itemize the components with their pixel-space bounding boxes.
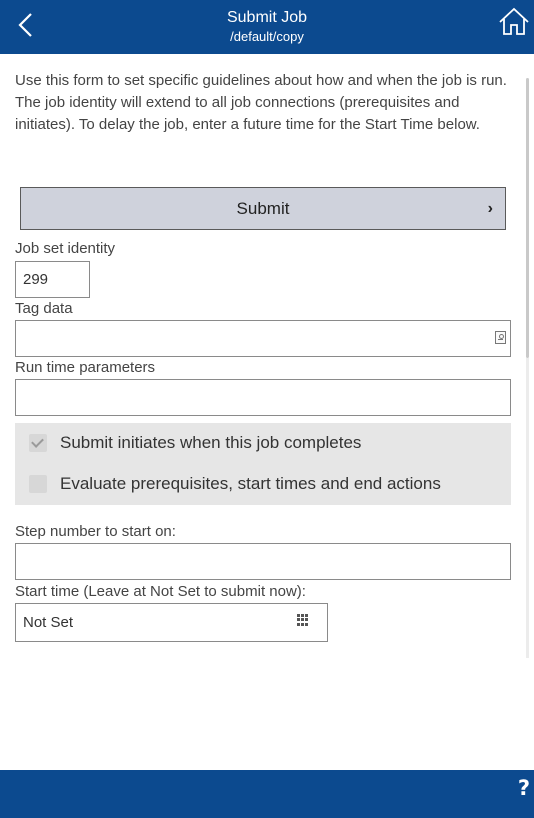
submit-initiates-checkbox[interactable] <box>29 434 47 452</box>
start-time-value: Not Set <box>23 614 74 631</box>
footer-bar: ? <box>0 770 534 818</box>
submit-button[interactable]: Submit › <box>20 187 506 230</box>
calendar-icon[interactable] <box>297 614 309 626</box>
scrollbar-track[interactable] <box>526 358 529 658</box>
home-icon[interactable] <box>498 6 530 38</box>
run-time-parameters-input[interactable] <box>15 379 511 416</box>
job-set-identity-input[interactable]: 299 <box>15 261 90 298</box>
job-set-identity-label: Job set identity <box>15 240 116 257</box>
tag-picker-icon[interactable] <box>495 331 506 344</box>
submit-initiates-option[interactable]: Submit initiates when this job completes <box>29 431 361 455</box>
evaluate-prerequisites-option[interactable]: Evaluate prerequisites, start times and … <box>29 472 441 496</box>
job-set-identity-value: 299 <box>23 271 49 288</box>
chevron-right-icon: › <box>487 200 493 217</box>
step-number-input[interactable] <box>15 543 511 580</box>
step-number-label: Step number to start on: <box>15 523 176 540</box>
help-icon[interactable]: ? <box>518 776 530 800</box>
page-title: Submit Job <box>226 9 308 26</box>
intro-text: Use this form to set specific guidelines… <box>15 72 507 133</box>
back-chevron-icon[interactable] <box>14 10 38 40</box>
tag-data-input[interactable] <box>15 320 511 357</box>
evaluate-prerequisites-checkbox[interactable] <box>29 475 47 493</box>
submit-button-label: Submit <box>236 199 290 218</box>
submit-initiates-label: Submit initiates when this job completes <box>60 433 362 452</box>
tag-data-label: Tag data <box>15 300 73 317</box>
page-subtitle: /default/copy <box>230 29 304 44</box>
evaluate-prerequisites-label: Evaluate prerequisites, start times and … <box>60 474 441 493</box>
scrollbar-thumb[interactable] <box>526 78 529 358</box>
start-time-label: Start time (Leave at Not Set to submit n… <box>15 583 306 600</box>
options-panel: Submit initiates when this job completes… <box>15 423 511 505</box>
run-time-parameters-label: Run time parameters <box>15 359 156 376</box>
header-bar: Submit Job /default/copy <box>0 0 534 54</box>
header-title-block: Submit Job /default/copy <box>100 8 434 46</box>
start-time-input[interactable]: Not Set <box>15 603 328 642</box>
